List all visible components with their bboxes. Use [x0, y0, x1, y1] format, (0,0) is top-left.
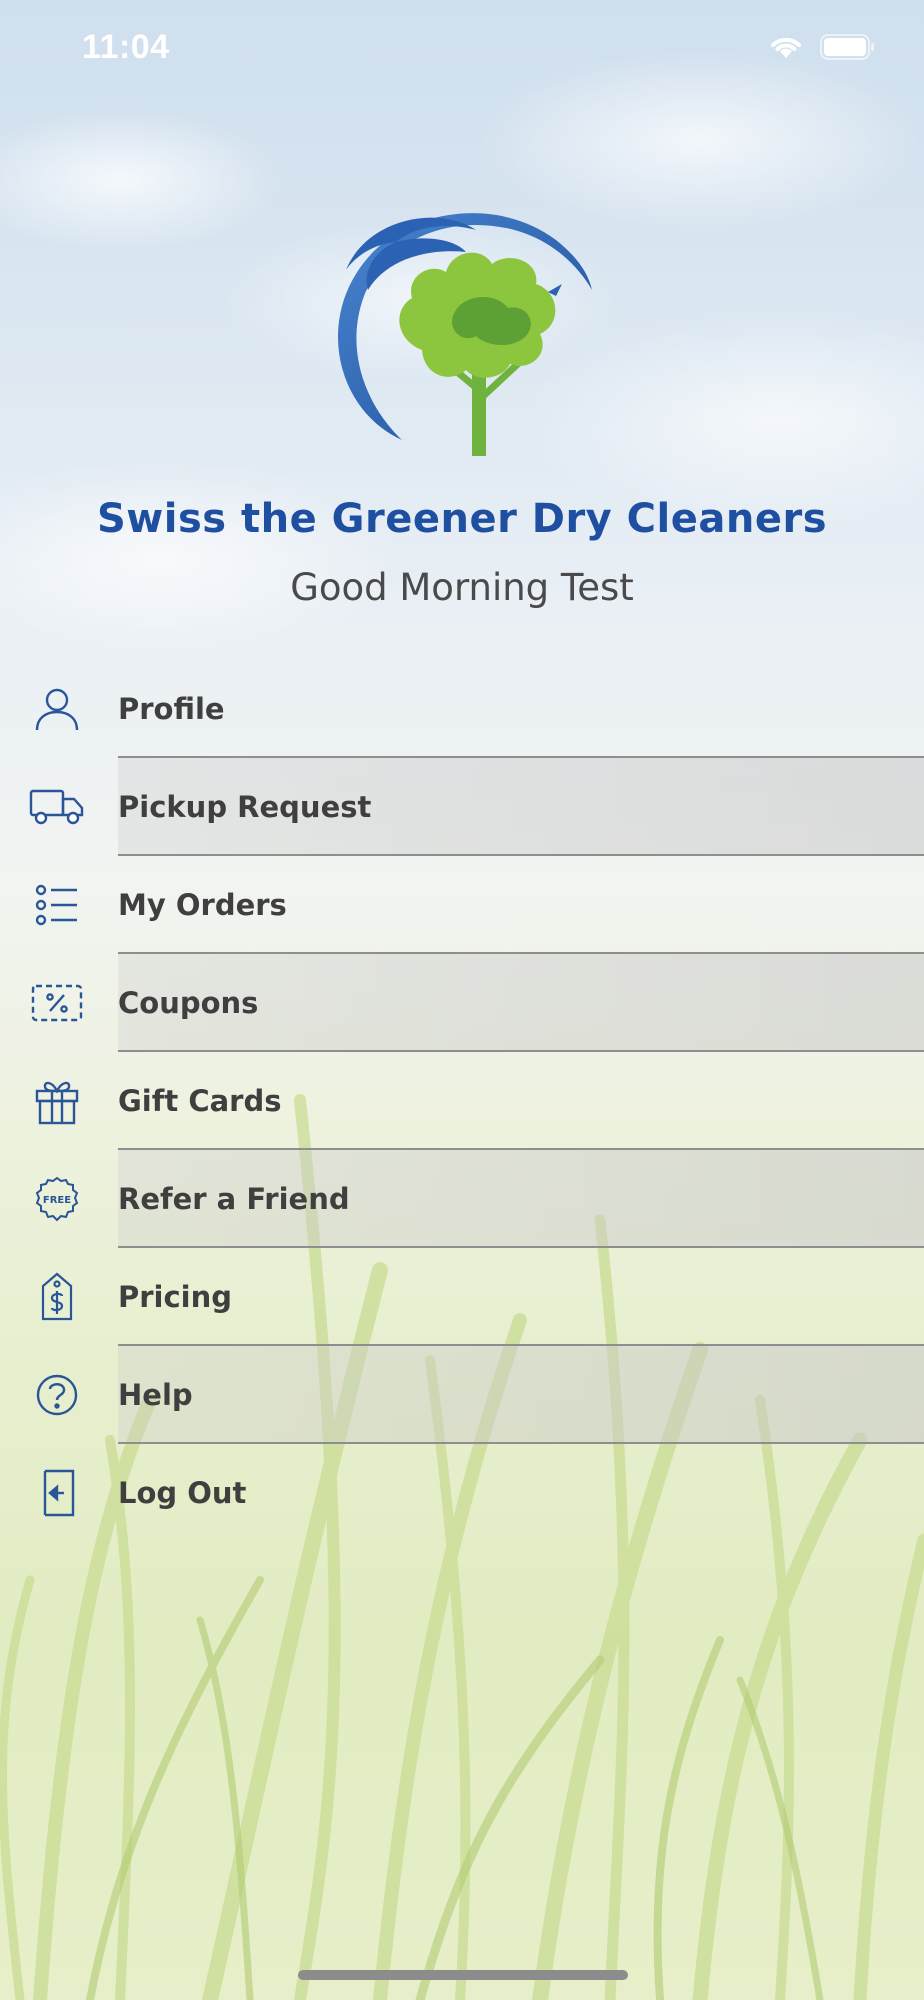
menu-item-label: Refer a Friend [118, 1182, 350, 1216]
price-tag-icon [28, 1272, 86, 1322]
main-menu: Profile Pickup Request My Orders Coupons… [0, 660, 924, 1542]
free-badge-icon: FREE [28, 1174, 86, 1224]
menu-item-label: Profile [118, 692, 225, 726]
greeting-text: Good Morning Test [290, 566, 634, 609]
menu-item-my-orders[interactable]: My Orders [0, 856, 924, 954]
menu-item-label: Gift Cards [118, 1084, 282, 1118]
menu-item-coupons[interactable]: Coupons [0, 954, 924, 1052]
question-icon [28, 1370, 86, 1420]
status-bar: 11:04 [0, 0, 924, 100]
battery-icon [820, 34, 874, 60]
menu-item-label: Help [118, 1378, 193, 1412]
menu-item-refer-a-friend[interactable]: FREE Refer a Friend [0, 1150, 924, 1248]
person-icon [28, 684, 86, 734]
menu-item-label: Log Out [118, 1476, 247, 1510]
list-icon [28, 880, 86, 930]
home-indicator[interactable] [298, 1970, 628, 1980]
menu-item-gift-cards[interactable]: Gift Cards [0, 1052, 924, 1150]
menu-item-pickup-request[interactable]: Pickup Request [0, 758, 924, 856]
wifi-icon [771, 37, 801, 58]
menu-item-label: Pickup Request [118, 790, 372, 824]
free-badge-text: FREE [43, 1195, 71, 1206]
brand-name: Swiss the Greener Dry Cleaners [97, 496, 827, 542]
menu-item-label: Pricing [118, 1280, 233, 1314]
status-time: 11:04 [82, 28, 170, 66]
menu-item-profile[interactable]: Profile [0, 660, 924, 758]
gift-icon [28, 1076, 86, 1126]
logout-icon [28, 1468, 86, 1518]
truck-icon [28, 782, 86, 832]
brand-logo-icon [338, 213, 592, 456]
menu-item-help[interactable]: Help [0, 1346, 924, 1444]
menu-item-label: Coupons [118, 986, 259, 1020]
menu-item-log-out[interactable]: Log Out [0, 1444, 924, 1542]
menu-item-label: My Orders [118, 888, 287, 922]
menu-item-pricing[interactable]: Pricing [0, 1248, 924, 1346]
percent-coupon-icon [28, 978, 86, 1028]
